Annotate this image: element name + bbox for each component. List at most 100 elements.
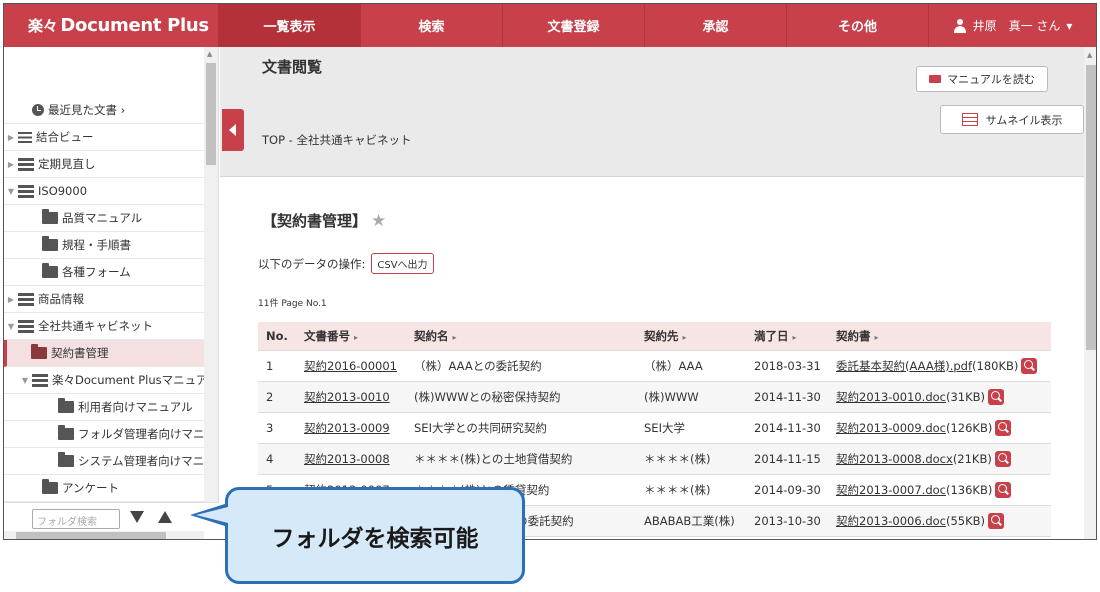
- col-party[interactable]: 契約先 ▸: [636, 322, 746, 351]
- folder-search-input[interactable]: フォルダ検索: [32, 509, 120, 529]
- sidebar-scroll-thumb[interactable]: [206, 63, 216, 165]
- sort-icon: ▸: [354, 332, 359, 342]
- file-link[interactable]: 契約2013-0009.doc: [836, 421, 946, 435]
- app-logo[interactable]: 楽々 Document Plus: [4, 4, 219, 47]
- main-scroll-thumb[interactable]: [1086, 65, 1096, 350]
- row-number: 4: [266, 451, 274, 466]
- sidebar-item[interactable]: アンケート: [4, 475, 204, 502]
- col-doc-no[interactable]: 文書番号 ▸: [296, 322, 406, 351]
- file-link[interactable]: 委託基本契約(AAA様).pdf: [836, 359, 972, 373]
- chevron-down-icon: ▾: [1066, 18, 1073, 33]
- sidebar-item[interactable]: ▶ 結合ビュー: [4, 124, 204, 151]
- file-link[interactable]: 契約2013-0010.doc: [836, 390, 946, 404]
- folder-tree: 最近見た文書 › ▶ 結合ビュー ▶ 定期見直し ▼ ISO9000 品質マニュアル 規程・手順…: [4, 97, 204, 502]
- sidebar-item[interactable]: 規程・手順書: [4, 232, 204, 259]
- contract-party: （株）AAA: [644, 358, 703, 373]
- contract-party: (株)WWW: [644, 389, 699, 404]
- preview-zoom-icon[interactable]: [988, 388, 1005, 405]
- contract-party-cell: ABABAB工業(株): [636, 505, 746, 537]
- sidebar-item[interactable]: ▶ 定期見直し: [4, 151, 204, 178]
- read-manual-label: マニュアルを読む: [947, 73, 1035, 86]
- nav-register[interactable]: 文書登録: [503, 4, 645, 47]
- col-contract-name[interactable]: 契約名 ▸: [406, 322, 636, 351]
- doc-number-link[interactable]: 契約2013-0008: [304, 452, 390, 466]
- nav-approval[interactable]: 承認: [645, 4, 787, 47]
- folder-icon: [58, 398, 74, 413]
- sidebar-item[interactable]: 契約書管理: [4, 340, 204, 367]
- file-size: (21KB): [952, 451, 992, 466]
- row-number: 2: [266, 389, 274, 404]
- file-link[interactable]: 契約2013-0007.doc: [836, 483, 946, 497]
- collapse-sidebar-button[interactable]: [222, 109, 244, 151]
- read-manual-button[interactable]: マニュアルを読む: [916, 66, 1048, 92]
- contract-name-cell: SEI大学との共同研究契約: [406, 412, 636, 444]
- col-expiry[interactable]: 満了日 ▸: [746, 322, 828, 351]
- sort-icon: ▸: [874, 332, 879, 342]
- preview-zoom-icon[interactable]: [995, 481, 1012, 498]
- sidebar-scrollbar[interactable]: ▲: [204, 47, 218, 502]
- preview-zoom-icon[interactable]: [995, 419, 1012, 436]
- file-link[interactable]: 契約2013-0008.docx: [836, 452, 953, 466]
- doc-number-link[interactable]: 契約2013-0010: [304, 390, 390, 404]
- table-header: No. 文書番号 ▸ 契約名 ▸ 契約先 ▸ 満了日 ▸ 契約書 ▸: [258, 322, 1051, 351]
- search-next-icon[interactable]: [130, 511, 144, 523]
- sidebar-item[interactable]: 利用者向けマニュアル: [4, 394, 204, 421]
- collapsed-caret-icon[interactable]: ▶: [4, 295, 18, 304]
- sidebar-item-label: 結合ビュー: [36, 130, 94, 144]
- callout-text: フォルダを検索可能: [271, 525, 479, 552]
- expanded-caret-icon[interactable]: ▼: [18, 376, 32, 385]
- sidebar-item[interactable]: ▶ 商品情報: [4, 286, 204, 313]
- table-row[interactable]: 3 契約2013-0009 SEI大学との共同研究契約 SEI大学 2014-11-30…: [258, 412, 1051, 444]
- expanded-caret-icon[interactable]: ▼: [4, 187, 18, 196]
- expanded-caret-icon[interactable]: ▼: [4, 322, 18, 331]
- csv-export-button[interactable]: CSVへ出力: [371, 253, 434, 274]
- sidebar-item[interactable]: ▼ 全社共通キャビネット: [4, 313, 204, 340]
- row-number-cell: 1: [258, 350, 296, 382]
- breadcrumb[interactable]: TOP - 全社共通キャビネット: [262, 132, 411, 148]
- contract-party-cell: (株)WWW: [636, 381, 746, 413]
- contract-name-cell: ＊＊＊＊(株)との土地貸借契約: [406, 443, 636, 475]
- preview-zoom-icon[interactable]: [994, 450, 1011, 467]
- nav-search[interactable]: 検索: [361, 4, 503, 47]
- table-row[interactable]: 4 契約2013-0008 ＊＊＊＊(株)との土地貸借契約 ＊＊＊＊(株) 2014-1…: [258, 443, 1051, 475]
- contract-party-cell: （株）AAA: [636, 350, 746, 382]
- sidebar-item[interactable]: 最近見た文書 ›: [4, 97, 204, 124]
- main-scrollbar[interactable]: ▲: [1084, 47, 1096, 539]
- nav-other[interactable]: その他: [787, 4, 929, 47]
- contract-party: SEI大学: [644, 420, 685, 435]
- sidebar-item[interactable]: ▼ 楽々Document Plusマニュアル: [4, 367, 204, 394]
- collapsed-caret-icon[interactable]: ▶: [4, 133, 18, 142]
- doc-number-link[interactable]: 契約2016-00001: [304, 359, 397, 373]
- sidebar-item[interactable]: 各種フォーム: [4, 259, 204, 286]
- contract-party-cell: SEI大学: [636, 412, 746, 444]
- thumbnail-view-button[interactable]: サムネイル表示: [940, 105, 1084, 134]
- sidebar-hscrollbar[interactable]: [4, 531, 204, 539]
- preview-zoom-icon[interactable]: [988, 512, 1005, 529]
- table-row[interactable]: 1 契約2016-00001 （株）AAAとの委託契約 （株）AAA 2018-03-3…: [258, 350, 1051, 382]
- sidebar-item[interactable]: ▼ ISO9000: [4, 178, 204, 205]
- scroll-up-icon[interactable]: ▲: [207, 50, 212, 58]
- hscroll-thumb[interactable]: [16, 532, 166, 539]
- doc-number-link[interactable]: 契約2013-0009: [304, 421, 390, 435]
- scroll-up-icon[interactable]: ▲: [1087, 51, 1092, 59]
- folder-sidebar: 最近見た文書 › ▶ 結合ビュー ▶ 定期見直し ▼ ISO9000 品質マニュアル 規程・手順…: [4, 47, 219, 539]
- sidebar-item-label: 定期見直し: [38, 157, 96, 171]
- search-prev-icon[interactable]: [158, 511, 172, 523]
- result-count: 11件 Page No.1: [258, 299, 327, 309]
- sidebar-item-label: 商品情報: [38, 292, 84, 306]
- sidebar-item[interactable]: システム管理者向けマニュアル: [4, 448, 204, 475]
- sidebar-item[interactable]: 品質マニュアル: [4, 205, 204, 232]
- nav-list-view[interactable]: 一覧表示: [219, 4, 361, 47]
- preview-zoom-icon[interactable]: [1021, 357, 1038, 374]
- table-row[interactable]: 2 契約2013-0010 (株)WWWとの秘密保持契約 (株)WWW 2014-11-…: [258, 381, 1051, 413]
- star-icon[interactable]: ★: [371, 211, 386, 231]
- col-file[interactable]: 契約書 ▸: [828, 322, 1051, 351]
- expiry-date-cell: 2014-11-15: [746, 443, 828, 475]
- callout-pointer-fill: [196, 507, 228, 523]
- collapsed-caret-icon[interactable]: ▶: [4, 160, 18, 169]
- file-link[interactable]: 契約2013-0006.doc: [836, 514, 946, 528]
- user-name: 井原 真一 さん: [972, 19, 1061, 33]
- sidebar-item-label: フォルダ管理者向けマニュアル: [78, 427, 204, 441]
- user-menu[interactable]: 井原 真一 さん ▾: [929, 17, 1096, 34]
- sidebar-item[interactable]: フォルダ管理者向けマニュアル: [4, 421, 204, 448]
